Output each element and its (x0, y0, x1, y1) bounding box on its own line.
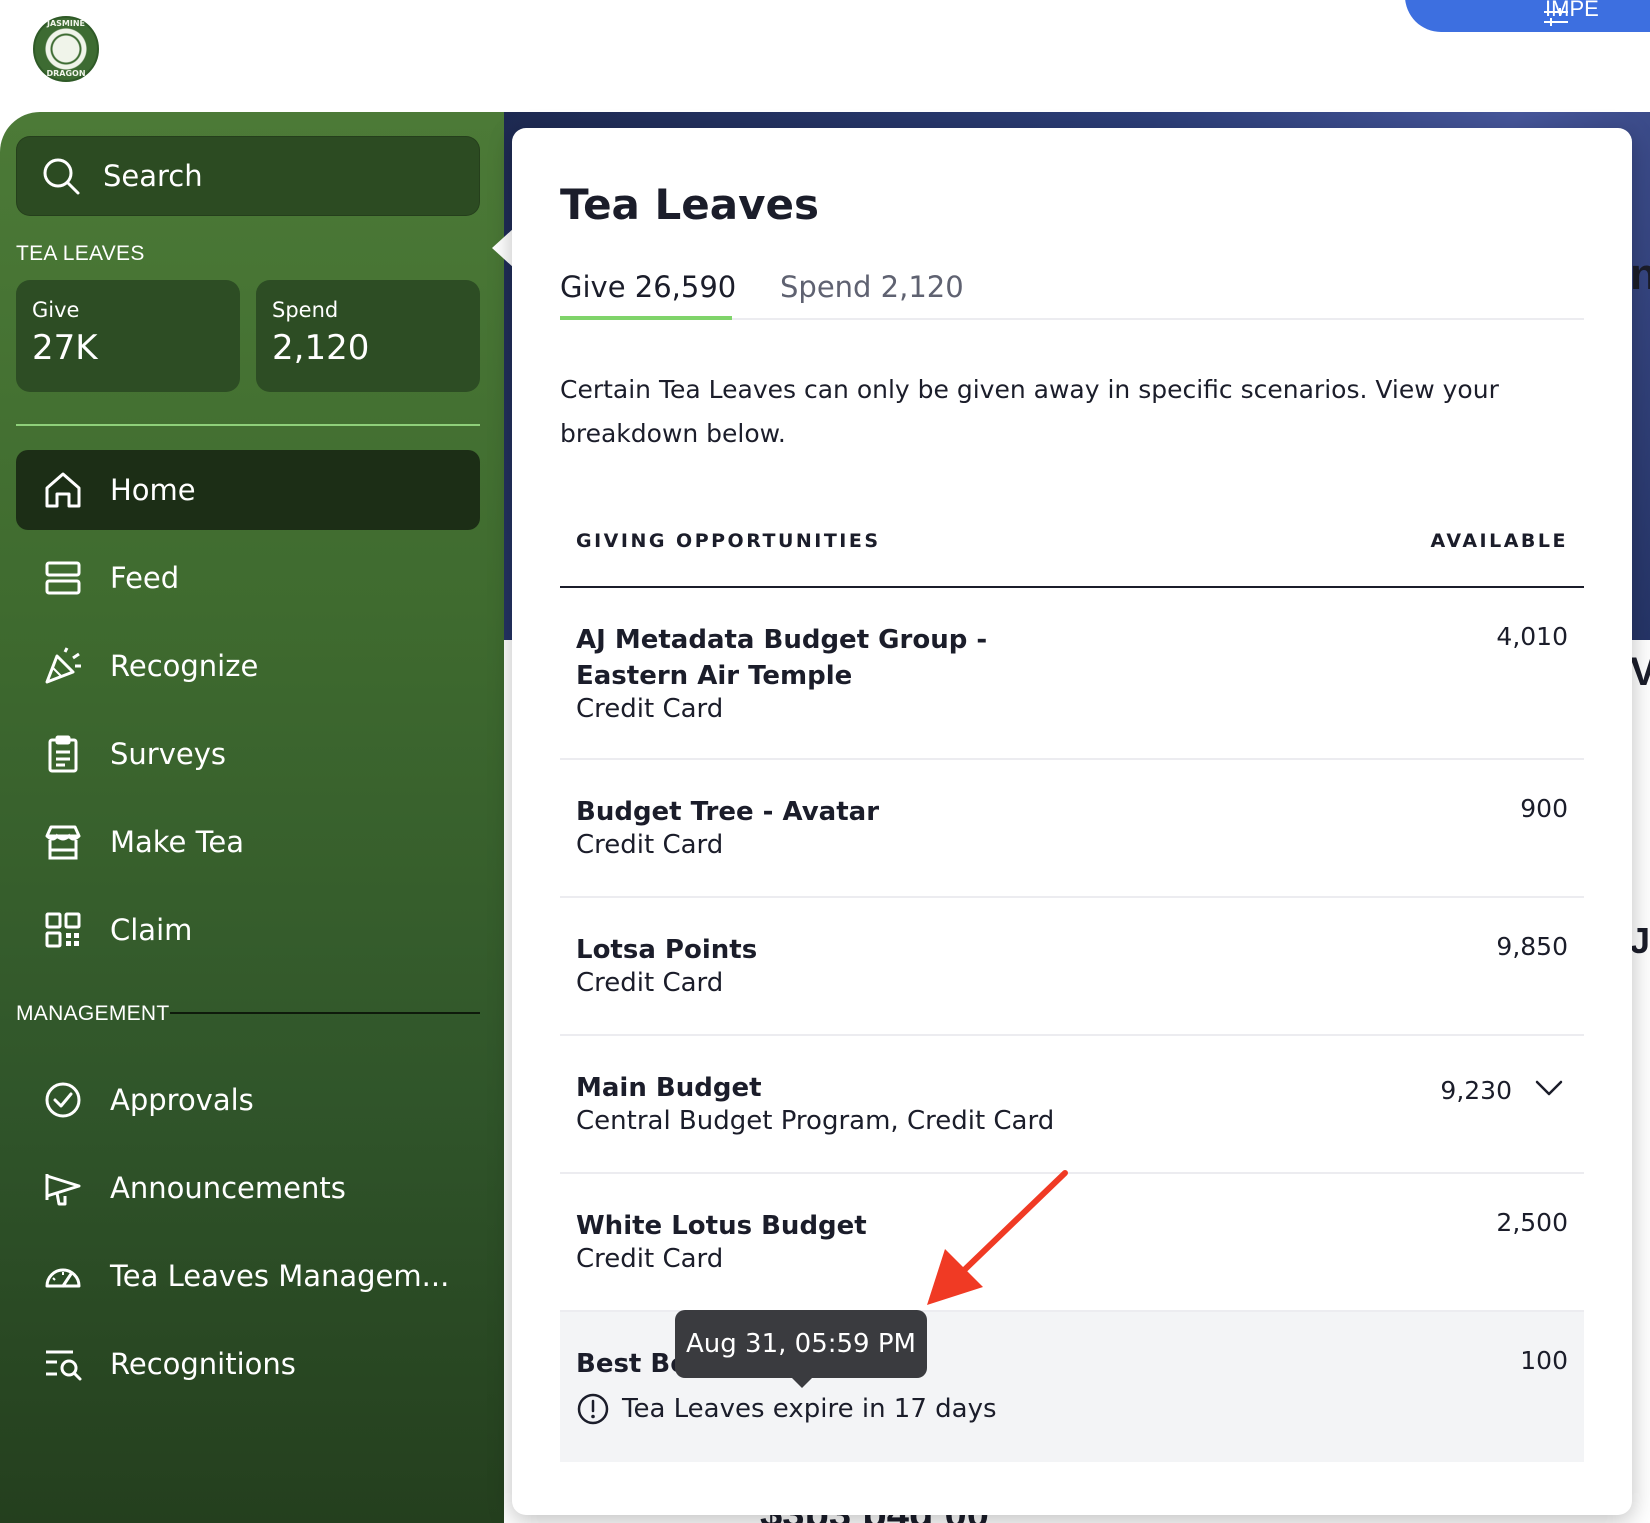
sliders-icon (1544, 8, 1568, 26)
row-amount: 100 (1520, 1346, 1568, 1375)
sidebar-search[interactable]: Search (16, 136, 480, 216)
background-peek-text: Vh (1630, 650, 1650, 694)
chevron-down-icon[interactable] (1534, 1078, 1564, 1098)
management-divider (170, 1012, 480, 1014)
tab-spend[interactable]: Spend 2,120 (780, 270, 964, 304)
sidebar-item-home[interactable]: Home (16, 450, 480, 530)
home-icon (42, 469, 84, 511)
spend-stat-label: Spend (272, 298, 339, 322)
row-name: AJ Metadata Budget Group - Eastern Air T… (576, 625, 988, 691)
expiry-tooltip: Aug 31, 05:59 PM (675, 1310, 927, 1378)
search-list-icon (42, 1343, 84, 1385)
top-header: JASMINE DRAGON IMPE (0, 0, 1650, 112)
sidebar-item-recognize[interactable]: Recognize (16, 626, 480, 706)
row-subtitle: Central Budget Program, Credit Card (576, 1106, 1055, 1136)
sidebar-item-label: Tea Leaves Managem... (110, 1259, 450, 1293)
table-row-expandable[interactable]: Main Budget Central Budget Program, Cred… (560, 1036, 1584, 1174)
table-row: Budget Tree - Avatar Credit Card 900 (560, 760, 1584, 898)
background-peek-text: Ju (1630, 920, 1650, 961)
store-icon (42, 821, 84, 863)
tea-leaves-section-label: TEA LEAVES (16, 242, 145, 265)
sidebar-item-label: Feed (110, 561, 180, 595)
sidebar-item-label: Recognize (110, 649, 259, 683)
table-row: Lotsa Points Credit Card 9,850 (560, 898, 1584, 1036)
logo-bottom-text: DRAGON (46, 69, 86, 78)
row-subtitle: Credit Card (576, 968, 724, 998)
tab-bar: Give 26,590 Spend 2,120 (560, 270, 1584, 320)
sidebar-item-approvals[interactable]: Approvals (16, 1060, 480, 1140)
jasmine-dragon-logo[interactable]: JASMINE DRAGON (33, 16, 99, 82)
qr-code-icon (42, 909, 84, 951)
megaphone-icon (42, 1167, 84, 1209)
annotation-arrow-icon (927, 1170, 1068, 1305)
panel-title: Tea Leaves (560, 180, 819, 229)
row-amount: 9,850 (1496, 932, 1568, 961)
sidebar-item-label: Approvals (110, 1083, 254, 1117)
sidebar-item-label: Recognitions (110, 1347, 296, 1381)
popover-caret (492, 228, 514, 268)
active-tab-indicator (560, 316, 732, 320)
table-row: AJ Metadata Budget Group - Eastern Air T… (560, 588, 1584, 760)
sidebar-item-label: Announcements (110, 1171, 346, 1205)
table-header: GIVING OPPORTUNITIES AVAILABLE (560, 518, 1584, 588)
sidebar-item-label: Home (110, 473, 196, 507)
sidebar-item-tea-leaves-management[interactable]: Tea Leaves Managem... (16, 1236, 480, 1316)
row-name: Lotsa Points (576, 935, 758, 965)
sidebar: Search TEA LEAVES Give 27K Spend 2,120 H… (0, 112, 504, 1523)
panel-description: Certain Tea Leaves can only be given awa… (560, 375, 1499, 448)
row-subtitle: Credit Card (576, 1244, 724, 1274)
expiry-text: Tea Leaves expire in 17 days (622, 1394, 997, 1424)
row-amount: 4,010 (1496, 622, 1568, 651)
column-header-giving-opportunities: GIVING OPPORTUNITIES (576, 530, 881, 552)
management-section-label: MANAGEMENT (16, 1002, 170, 1025)
clipboard-icon (42, 733, 84, 775)
row-amount: 900 (1520, 794, 1568, 823)
give-stat-card[interactable]: Give 27K (16, 280, 240, 392)
sidebar-item-announcements[interactable]: Announcements (16, 1148, 480, 1228)
impersonate-button[interactable]: IMPE (1405, 0, 1650, 32)
background-peek-text: ne (1630, 250, 1650, 299)
party-popper-icon (42, 645, 84, 687)
sidebar-item-claim[interactable]: Claim (16, 890, 480, 970)
sidebar-item-feed[interactable]: Feed (16, 538, 480, 618)
gauge-icon (42, 1255, 84, 1297)
sidebar-divider (16, 424, 480, 426)
spend-stat-value: 2,120 (272, 328, 370, 368)
row-name: Budget Tree - Avatar (576, 797, 880, 827)
row-name: Main Budget (576, 1073, 762, 1103)
sidebar-item-recognitions[interactable]: Recognitions (16, 1324, 480, 1404)
sidebar-item-make-tea[interactable]: Make Tea (16, 802, 480, 882)
check-circle-icon (42, 1079, 84, 1121)
spend-stat-card[interactable]: Spend 2,120 (256, 280, 480, 392)
give-stat-label: Give (32, 298, 80, 322)
search-icon (43, 158, 80, 195)
feed-icon (42, 557, 84, 599)
give-stat-value: 27K (32, 328, 98, 368)
sidebar-item-label: Claim (110, 913, 193, 947)
sidebar-item-surveys[interactable]: Surveys (16, 714, 480, 794)
tooltip-arrow (790, 1376, 814, 1388)
row-amount: 2,500 (1496, 1208, 1568, 1237)
column-header-available: AVAILABLE (1430, 530, 1568, 552)
sidebar-item-label: Make Tea (110, 825, 245, 859)
tab-give[interactable]: Give 26,590 (560, 270, 736, 304)
row-subtitle: Credit Card (576, 830, 724, 860)
expiry-notice[interactable]: Tea Leaves expire in 17 days (576, 1392, 997, 1426)
search-placeholder: Search (103, 159, 203, 193)
row-amount: 9,230 (1440, 1076, 1512, 1105)
row-subtitle: Credit Card (576, 694, 724, 724)
sidebar-item-label: Surveys (110, 737, 226, 771)
alert-circle-icon (577, 1393, 609, 1425)
logo-top-text: JASMINE (46, 19, 86, 28)
